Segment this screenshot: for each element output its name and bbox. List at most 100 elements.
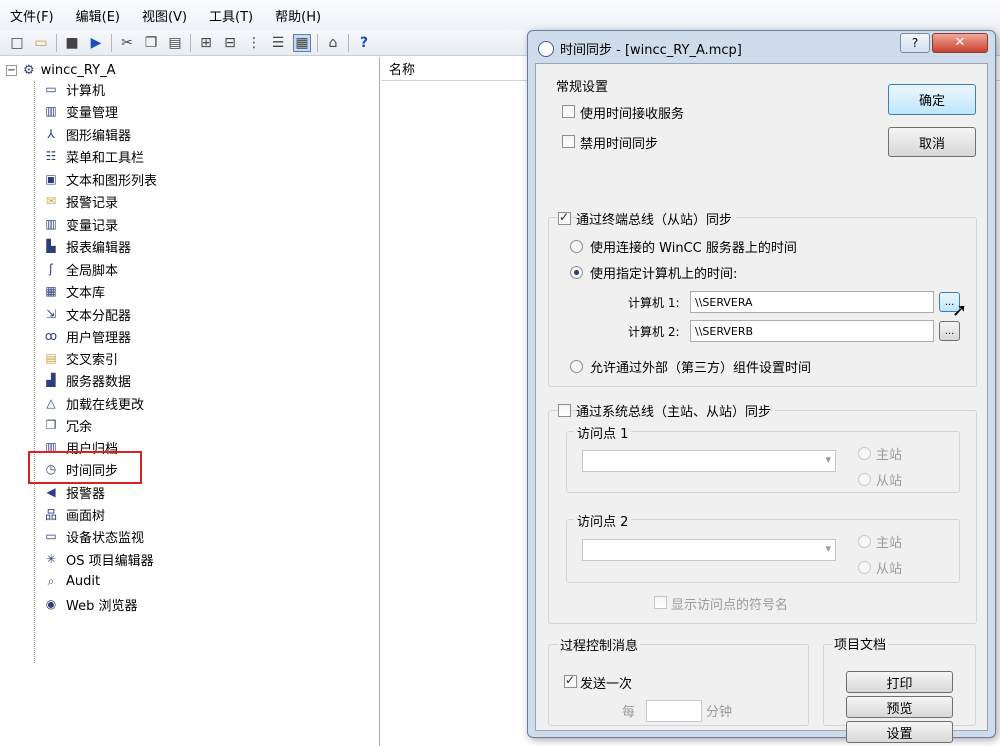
column-name-header[interactable]: 名称 <box>389 59 415 78</box>
dialog-body: 常规设置 使用时间接收服务 禁用时间同步 确定 取消 通过终端总线（从站）同步 … <box>535 63 988 743</box>
large-icons-view-icon[interactable]: ⊞ <box>197 34 215 52</box>
list-view-icon[interactable]: ⋮ <box>245 34 263 52</box>
tree-item-load-online-changes[interactable]: △ 加载在线更改 <box>42 392 144 414</box>
show-symbolic-label: 显示访问点的符号名 <box>671 598 789 613</box>
help-button[interactable]: ? <box>900 33 930 53</box>
general-settings-title: 常规设置 <box>556 80 609 95</box>
ap1-master-radio[interactable] <box>858 447 871 460</box>
computer-icon: ▭ <box>45 82 57 96</box>
highlight-box <box>28 451 142 484</box>
global-script-icon: ʃ <box>48 262 54 276</box>
audit-icon: ⌕ <box>47 573 55 588</box>
cut-icon[interactable]: ✂ <box>118 34 136 52</box>
tree-item-label: Audit <box>66 573 101 589</box>
tree-item-redundancy[interactable]: ❐ 冗余 <box>42 414 92 436</box>
tree-root-label: wincc_RY_A <box>40 62 116 78</box>
ap1-slave-radio[interactable] <box>858 473 871 486</box>
horn-icon: ◀ <box>46 485 56 499</box>
tree-item-tag-logging[interactable]: ▥ 变量记录 <box>42 213 118 235</box>
tree-item-label: OS 项目编辑器 <box>66 553 154 569</box>
tree-item-picture-tree[interactable]: 品画面树 <box>42 503 105 525</box>
close-button[interactable]: ✕ <box>932 33 988 53</box>
open-folder-icon[interactable]: ▭ <box>32 34 50 52</box>
tree-item-report-designer[interactable]: ▙ 报表编辑器 <box>42 235 131 257</box>
tree-item-menu-toolbar[interactable]: ☷ 菜单和工具栏 <box>42 145 144 167</box>
redundancy-icon: ❐ <box>45 418 57 432</box>
tree-root[interactable]: − ⚙ wincc_RY_A <box>6 60 115 80</box>
tree-item-label: 菜单和工具栏 <box>66 150 145 166</box>
toolbar-separator <box>56 33 57 52</box>
disable-sync-checkbox[interactable] <box>562 135 575 148</box>
time-sync-dialog: 时间同步 - [wincc_RY_A.mcp] ? ✕ 常规设置 使用时间接收服… <box>527 30 996 743</box>
tree-item-cross-reference[interactable]: ▤ 交叉索引 <box>42 347 118 369</box>
run-icon[interactable]: ▶ <box>87 34 105 52</box>
tree-item-label: 报表编辑器 <box>66 240 132 256</box>
menu-toolbar-icon: ☷ <box>45 149 57 163</box>
preview-button[interactable]: 预览 <box>846 696 953 718</box>
grid-view-icon[interactable]: ▦ <box>293 33 311 52</box>
properties-icon[interactable]: ⌂ <box>324 34 342 52</box>
computer2-input[interactable]: \\SERVERB <box>690 320 934 342</box>
tree-item-horn[interactable]: ◀ 报警器 <box>42 481 105 503</box>
interval-spinbox[interactable] <box>646 700 702 722</box>
tree-item-web-browser[interactable]: ◉ Web 浏览器 <box>42 593 138 615</box>
alarm-logging-icon: ✉ <box>45 194 57 208</box>
menu-file[interactable]: 文件(F) <box>10 6 54 25</box>
print-button[interactable]: 打印 <box>846 671 953 693</box>
computer2-browse-button[interactable]: ... <box>939 321 960 341</box>
tree-item-alarm-logging[interactable]: ✉ 报警记录 <box>42 190 118 212</box>
menu-bar: 文件(F) 编辑(E) 视图(V) 工具(T) 帮助(H) <box>0 0 1000 30</box>
tree-item-text-library[interactable]: ▦ 文本库 <box>42 280 105 302</box>
system-bus-checkbox[interactable] <box>558 404 571 417</box>
paste-icon[interactable]: ▤ <box>166 34 184 52</box>
menu-help[interactable]: 帮助(H) <box>275 6 321 25</box>
tree-item-graphics-designer[interactable]: ⅄ 图形编辑器 <box>42 123 131 145</box>
tree-item-device-status[interactable]: ▭ 设备状态监视 <box>42 525 144 547</box>
tree-item-audit[interactable]: ⌕ Audit <box>42 570 100 592</box>
globe-icon: ◉ <box>45 597 57 611</box>
menu-tools[interactable]: 工具(T) <box>209 6 253 25</box>
ap2-slave-radio[interactable] <box>858 561 871 574</box>
every-label: 每 <box>622 705 636 720</box>
minutes-label: 分钟 <box>706 705 733 720</box>
details-view-icon[interactable]: ☰ <box>269 34 287 52</box>
tree-item-label: 变量记录 <box>66 218 119 234</box>
specified-computer-radio[interactable] <box>570 266 583 279</box>
menu-edit[interactable]: 编辑(E) <box>76 6 120 25</box>
new-icon[interactable]: □ <box>8 34 26 52</box>
show-symbolic-checkbox[interactable] <box>654 596 667 609</box>
connected-server-radio[interactable] <box>570 240 583 253</box>
mouse-cursor-icon: ➚ <box>952 300 968 321</box>
tree-item-computer[interactable]: ▭ 计算机 <box>42 78 105 100</box>
tree-item-tag-management[interactable]: ▥ 变量管理 <box>42 100 118 122</box>
tree-item-text-graphic-list[interactable]: ▣ 文本和图形列表 <box>42 168 157 190</box>
tree-item-text-distributor[interactable]: ⇲ 文本分配器 <box>42 303 131 325</box>
computer1-input[interactable]: \\SERVERA <box>690 291 934 313</box>
small-icons-view-icon[interactable]: ⊟ <box>221 34 239 52</box>
terminal-bus-checkbox[interactable] <box>558 210 571 225</box>
tree-item-user-administrator[interactable]: ꝏ 用户管理器 <box>42 325 131 347</box>
use-receive-service-checkbox[interactable] <box>562 105 575 118</box>
ap2-slave-label: 从站 <box>876 562 903 577</box>
tree-item-global-script[interactable]: ʃ 全局脚本 <box>42 258 118 280</box>
collapse-icon[interactable]: − <box>6 64 17 76</box>
copy-icon[interactable]: ❐ <box>142 34 160 52</box>
send-once-label: 发送一次 <box>580 677 633 692</box>
external-component-radio[interactable] <box>570 360 583 373</box>
access-point2-select[interactable] <box>582 539 836 561</box>
tree-item-os-project-editor[interactable]: ✳ OS 项目编辑器 <box>42 548 154 570</box>
tree-item-server-data[interactable]: ▟ 服务器数据 <box>42 369 131 391</box>
text-graphic-list-icon: ▣ <box>45 172 57 186</box>
send-once-checkbox[interactable] <box>564 673 577 688</box>
tree-item-label: 报警器 <box>66 486 106 502</box>
ok-button[interactable]: 确定 <box>888 84 976 115</box>
access-point1-select[interactable] <box>582 450 836 472</box>
ap2-master-radio[interactable] <box>858 535 871 548</box>
stop-icon[interactable]: ■ <box>63 34 81 52</box>
terminal-bus-label: 通过终端总线（从站）同步 <box>576 209 737 228</box>
setup-button[interactable]: 设置 <box>846 721 953 743</box>
menu-view[interactable]: 视图(V) <box>142 6 187 25</box>
tree-item-label: 文本分配器 <box>66 308 132 324</box>
cancel-button[interactable]: 取消 <box>888 127 976 157</box>
help-icon[interactable]: ? <box>355 34 373 52</box>
